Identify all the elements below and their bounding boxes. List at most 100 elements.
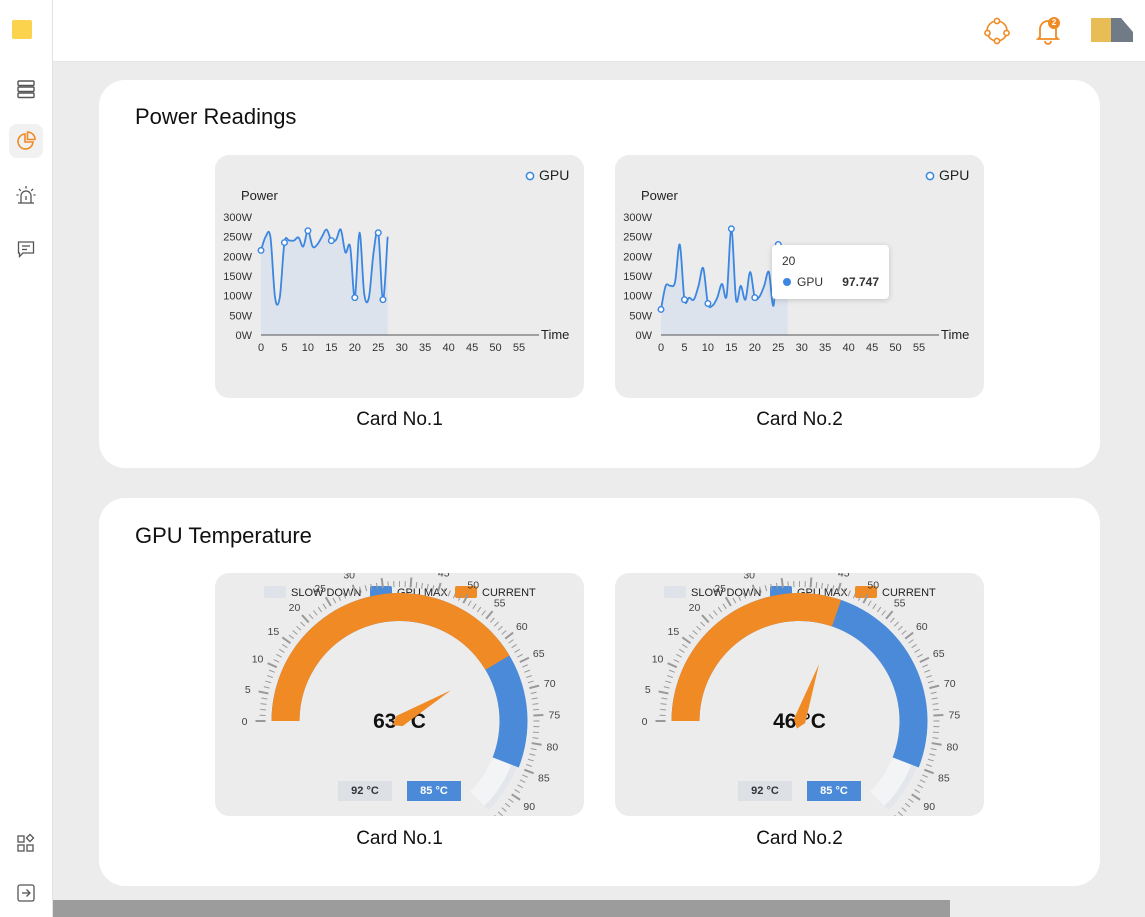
gauge-tick — [447, 590, 451, 597]
slowdown-label: 92 °C — [338, 781, 392, 801]
gauge-tick-label: 30 — [743, 573, 755, 581]
y-tick-label: 300W — [223, 212, 252, 224]
gauge-tick — [504, 802, 511, 808]
gauge-tick — [901, 630, 907, 635]
y-tick-label: 200W — [623, 251, 652, 263]
gauge-tick — [780, 577, 784, 589]
data-point — [304, 227, 312, 235]
gauge-tick — [300, 621, 306, 627]
app-logo[interactable] — [12, 20, 32, 39]
y-axis-title: Power — [241, 188, 279, 203]
gauge-tick — [847, 590, 851, 597]
x-tick-label: 5 — [281, 342, 287, 354]
gauge-tick-label: 60 — [916, 621, 928, 633]
gauge-tick — [524, 669, 531, 673]
gauge-tick — [308, 613, 314, 620]
gauge-tick — [258, 690, 269, 695]
notification-bell-icon[interactable]: 2 — [1033, 16, 1063, 46]
card-caption: Card No.2 — [756, 409, 843, 430]
legend-swatch — [264, 586, 286, 598]
x-axis-title: Time — [541, 327, 569, 342]
x-tick-label: 15 — [325, 342, 337, 354]
y-tick-label: 50W — [629, 310, 652, 322]
gauge-tick-label: 75 — [949, 710, 961, 722]
gauge-tick — [919, 656, 930, 664]
x-tick-label: 0 — [258, 342, 264, 354]
gpu-max-label: 85 °C — [807, 781, 861, 801]
data-point — [351, 294, 359, 302]
gauge-tick-label: 75 — [549, 710, 561, 722]
legend-marker[interactable] — [525, 171, 535, 181]
data-point — [680, 296, 688, 304]
data-point — [257, 246, 265, 254]
gauge-tick — [288, 634, 295, 640]
legend-label[interactable]: GPU — [939, 167, 969, 183]
gauge-tick — [522, 774, 528, 778]
gauge-tick-label: 55 — [494, 598, 506, 610]
gauge-tick — [489, 617, 495, 623]
message-icon[interactable] — [9, 232, 43, 266]
gauge-tick — [904, 631, 914, 640]
gauge-tick — [260, 703, 267, 705]
x-tick-label: 10 — [702, 342, 714, 354]
legend-label: CURRENT — [482, 587, 536, 599]
data-point — [280, 239, 288, 247]
gauge-tick — [301, 614, 310, 624]
gauge-tick — [926, 675, 933, 678]
gauge-tick — [266, 675, 273, 678]
data-point — [657, 305, 665, 313]
gauge-tick-label: 55 — [894, 598, 906, 610]
network-icon[interactable] — [982, 16, 1012, 46]
gauge-tick — [532, 737, 539, 739]
gauge-tick — [922, 774, 928, 778]
gauge-tick-label: 10 — [252, 654, 264, 666]
x-tick-label: 55 — [513, 342, 525, 354]
gauge-tick-label: 15 — [668, 626, 680, 638]
legend-marker[interactable] — [925, 171, 935, 181]
y-tick-label: 50W — [229, 310, 252, 322]
logout-icon[interactable] — [9, 876, 43, 910]
gauge-tick — [931, 742, 942, 746]
tooltip-series-name: GPU — [797, 275, 824, 289]
gauge-tick — [893, 621, 899, 627]
power-chart: GPU Power Time 0W 50W 100W 150W 200W 250W 300W… — [223, 167, 569, 354]
apps-icon[interactable] — [9, 826, 43, 860]
gauge-tick-label: 80 — [547, 742, 559, 754]
gauge-tick — [932, 737, 939, 739]
gauge-tick — [701, 614, 710, 624]
alarm-icon[interactable] — [9, 178, 43, 212]
gauge-tick-label: 45 — [438, 573, 450, 579]
x-tick-label: 50 — [889, 342, 901, 354]
gauge-tick — [526, 675, 533, 678]
legend-label[interactable]: GPU — [539, 167, 569, 183]
slowdown-label: 92 °C — [738, 781, 792, 801]
gauge-tick — [692, 630, 698, 635]
gauge-tick — [493, 621, 499, 627]
gauge-tick — [682, 644, 688, 649]
notification-count-badge: 2 — [1048, 17, 1060, 29]
gauge-tick — [673, 659, 680, 663]
gauge-tick-label: 65 — [533, 648, 545, 660]
gauge-tick-label: 5 — [645, 684, 651, 696]
gauge-tick-label: 15 — [268, 626, 280, 638]
gauge-tick — [504, 631, 514, 640]
gauge-tick — [708, 613, 714, 620]
x-tick-label: 10 — [302, 342, 314, 354]
server-icon[interactable] — [9, 72, 43, 106]
gauge-tick — [281, 636, 292, 644]
legend-label: CURRENT — [882, 587, 936, 599]
x-axis-title: Time — [941, 327, 969, 342]
avatar[interactable] — [1091, 18, 1133, 42]
gauge-tick-label: 85 — [538, 772, 550, 784]
gauge-tick-label: 45 — [838, 573, 850, 579]
y-tick-label: 100W — [623, 291, 652, 303]
gauge-tick — [530, 691, 537, 694]
gauge-tick-label: 60 — [516, 621, 528, 633]
gauge-tick-label: 80 — [947, 742, 959, 754]
pie-chart-icon[interactable] — [9, 124, 43, 158]
x-tick-label: 45 — [866, 342, 878, 354]
gauge-tick — [501, 807, 507, 812]
tooltip-x-value: 20 — [782, 254, 796, 268]
horizontal-scrollbar[interactable] — [53, 900, 950, 917]
x-tick-label: 20 — [349, 342, 361, 354]
